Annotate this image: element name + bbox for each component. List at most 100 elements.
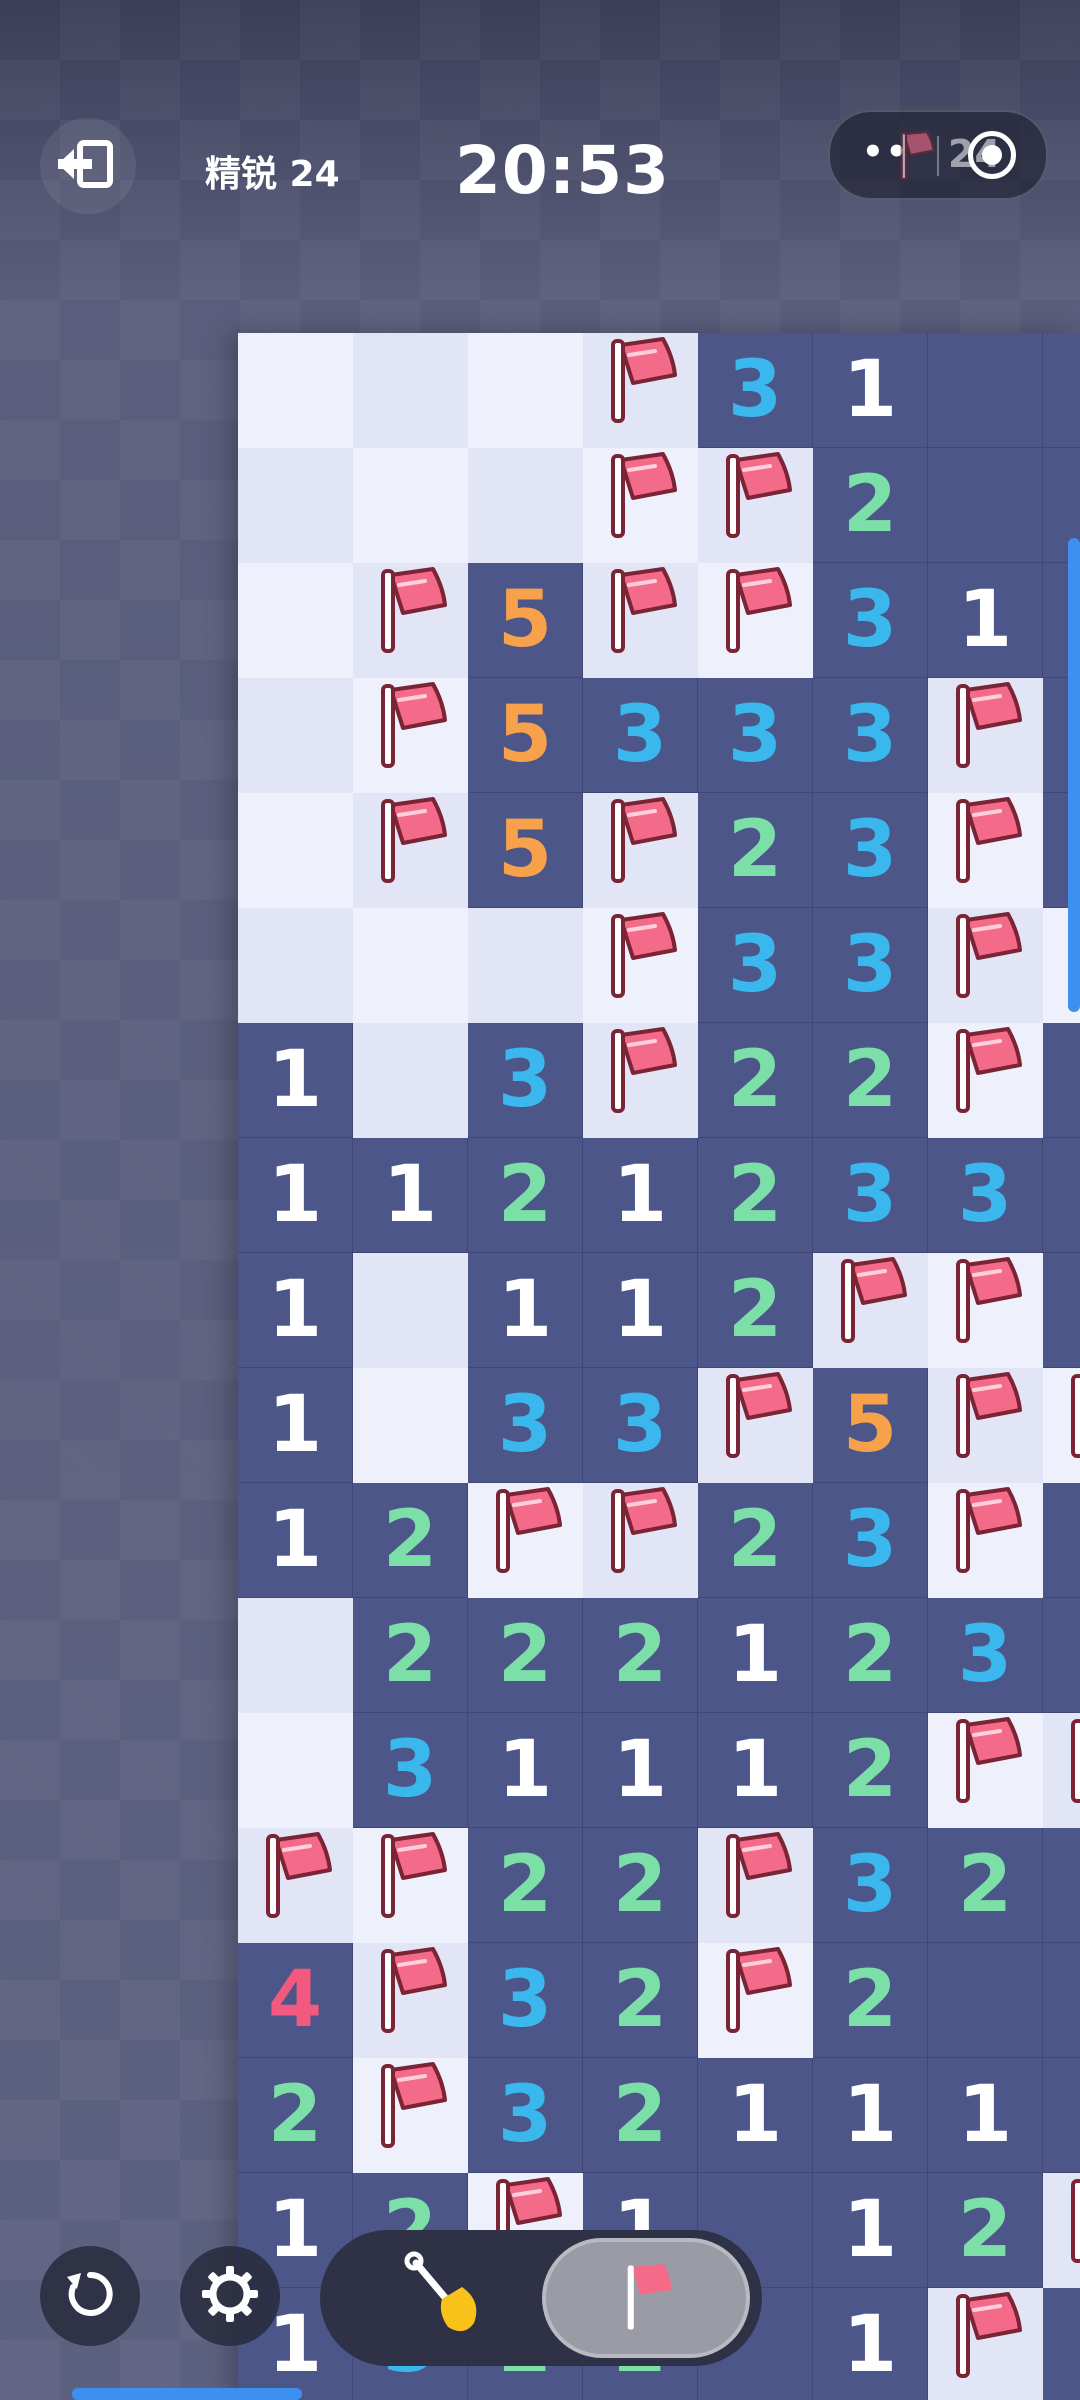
hidden-cell[interactable] [353,1253,468,1368]
vertical-scrollbar[interactable] [1068,538,1080,1012]
number-cell[interactable]: 3 [698,333,813,448]
number-cell[interactable]: 1 [813,2288,928,2400]
flagged-cell[interactable] [928,1483,1043,1598]
revealed-empty-cell[interactable] [1043,1483,1080,1598]
number-cell[interactable]: 3 [468,2058,583,2173]
number-cell[interactable]: 3 [813,1483,928,1598]
number-cell[interactable]: 2 [813,448,928,563]
number-cell[interactable]: 3 [468,1023,583,1138]
flagged-cell[interactable] [928,1023,1043,1138]
hidden-cell[interactable] [468,333,583,448]
flagged-cell[interactable] [1043,1713,1080,1828]
revealed-empty-cell[interactable] [1043,1943,1080,2058]
revealed-empty-cell[interactable] [928,333,1043,448]
number-cell[interactable]: 2 [813,1598,928,1713]
hidden-cell[interactable] [238,908,353,1023]
number-cell[interactable]: 2 [813,1023,928,1138]
number-cell[interactable]: 1 [238,1138,353,1253]
number-cell[interactable]: 1 [813,2173,928,2288]
number-cell[interactable]: 5 [813,1368,928,1483]
flagged-cell[interactable] [928,908,1043,1023]
number-cell[interactable]: 1 [813,2058,928,2173]
hidden-cell[interactable] [238,1598,353,1713]
number-cell[interactable]: 2 [698,1138,813,1253]
hidden-cell[interactable] [238,563,353,678]
flagged-cell[interactable] [353,678,468,793]
number-cell[interactable]: 3 [928,1598,1043,1713]
flagged-cell[interactable] [583,448,698,563]
number-cell[interactable]: 1 [468,1253,583,1368]
number-cell[interactable]: 2 [583,2058,698,2173]
hidden-cell[interactable] [468,448,583,563]
number-cell[interactable]: 1 [238,1368,353,1483]
number-cell[interactable]: 2 [353,1598,468,1713]
revealed-empty-cell[interactable] [928,448,1043,563]
restart-button[interactable] [40,2246,140,2346]
flagged-cell[interactable] [468,1483,583,1598]
flagged-cell[interactable] [698,1943,813,2058]
flagged-cell[interactable] [928,1713,1043,1828]
flagged-cell[interactable] [583,793,698,908]
flagged-cell[interactable] [353,563,468,678]
flagged-cell[interactable] [583,333,698,448]
exit-button[interactable] [40,118,136,214]
number-cell[interactable]: 5 [468,793,583,908]
flagged-cell[interactable] [353,1943,468,2058]
number-cell[interactable]: 1 [238,1253,353,1368]
number-cell[interactable]: 2 [468,1598,583,1713]
dig-mode-button[interactable] [350,2236,540,2360]
flagged-cell[interactable] [698,563,813,678]
number-cell[interactable]: 2 [698,1023,813,1138]
flagged-cell[interactable] [928,678,1043,793]
target-icon[interactable] [968,131,1016,179]
flagged-cell[interactable] [698,1368,813,1483]
flagged-cell[interactable] [698,448,813,563]
number-cell[interactable]: 2 [468,1138,583,1253]
revealed-empty-cell[interactable] [1043,1828,1080,1943]
revealed-empty-cell[interactable] [1043,2058,1080,2173]
number-cell[interactable]: 1 [698,1598,813,1713]
flagged-cell[interactable] [353,1828,468,1943]
number-cell[interactable]: 3 [813,793,928,908]
number-cell[interactable]: 2 [698,1483,813,1598]
number-cell[interactable]: 3 [813,1138,928,1253]
hidden-cell[interactable] [238,678,353,793]
number-cell[interactable]: 3 [583,678,698,793]
hidden-cell[interactable] [353,1368,468,1483]
settings-button[interactable] [180,2246,280,2346]
number-cell[interactable]: 3 [583,1368,698,1483]
number-cell[interactable]: 2 [698,1253,813,1368]
number-cell[interactable]: 1 [698,1713,813,1828]
hidden-cell[interactable] [238,333,353,448]
number-cell[interactable]: 1 [813,333,928,448]
number-cell[interactable]: 5 [468,563,583,678]
number-cell[interactable]: 2 [583,1943,698,2058]
number-cell[interactable]: 3 [468,1943,583,2058]
number-cell[interactable]: 1 [238,1023,353,1138]
number-cell[interactable]: 2 [813,1713,928,1828]
number-cell[interactable]: 1 [928,2058,1043,2173]
number-cell[interactable]: 3 [698,908,813,1023]
number-cell[interactable]: 4 [238,1943,353,2058]
flagged-cell[interactable] [928,1368,1043,1483]
number-cell[interactable]: 5 [468,678,583,793]
number-cell[interactable]: 1 [238,1483,353,1598]
number-cell[interactable]: 3 [928,1138,1043,1253]
number-cell[interactable]: 3 [813,908,928,1023]
number-cell[interactable]: 1 [583,1713,698,1828]
flagged-cell[interactable] [583,908,698,1023]
revealed-empty-cell[interactable] [1043,1023,1080,1138]
hidden-cell[interactable] [238,793,353,908]
flagged-cell[interactable] [928,2288,1043,2400]
number-cell[interactable]: 2 [353,1483,468,1598]
revealed-empty-cell[interactable] [1043,333,1080,448]
number-cell[interactable]: 1 [928,563,1043,678]
number-cell[interactable]: 2 [583,1598,698,1713]
flagged-cell[interactable] [928,1253,1043,1368]
flagged-cell[interactable] [698,1828,813,1943]
number-cell[interactable]: 1 [468,1713,583,1828]
number-cell[interactable]: 3 [698,678,813,793]
revealed-empty-cell[interactable] [1043,1253,1080,1368]
flagged-cell[interactable] [1043,1368,1080,1483]
number-cell[interactable]: 3 [813,1828,928,1943]
